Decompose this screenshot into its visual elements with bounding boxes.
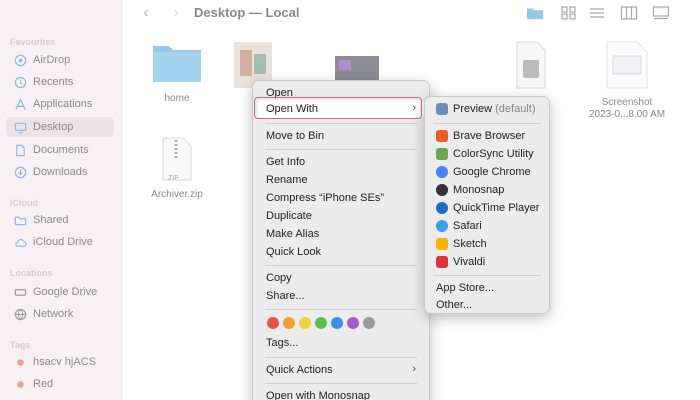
default-suffix: (default) <box>495 103 536 115</box>
quicktime-app-icon <box>436 202 448 214</box>
brave-app-icon <box>436 130 448 142</box>
context-menu: Open Open With › Move to Bin Get Info Re… <box>252 80 430 400</box>
submenu-item-label: Safari <box>453 220 482 232</box>
menu-item-label: Quick Actions <box>266 364 333 376</box>
menu-separator <box>265 149 417 150</box>
menu-separator <box>265 357 417 358</box>
safari-app-icon <box>436 220 448 232</box>
submenu-item-preview[interactable]: Preview (default) <box>430 100 546 118</box>
tag-color-yellow[interactable] <box>299 317 311 329</box>
submenu-item-app-store[interactable]: App Store... <box>430 279 546 297</box>
menu-item-tags[interactable]: Tags... <box>258 334 424 352</box>
vivaldi-app-icon <box>436 256 448 268</box>
submenu-item-chrome[interactable]: Google Chrome <box>430 163 546 181</box>
submenu-item-label: QuickTime Player <box>453 202 540 214</box>
menu-separator <box>265 383 417 384</box>
menu-item-share[interactable]: Share... <box>258 287 424 305</box>
submenu-item-sketch[interactable]: Sketch <box>430 235 546 253</box>
submenu-item-other[interactable]: Other... <box>430 296 546 314</box>
preview-app-icon <box>436 103 448 115</box>
menu-item-move-to-bin[interactable]: Move to Bin <box>258 127 424 145</box>
tag-color-green[interactable] <box>315 317 327 329</box>
menu-separator <box>265 265 417 266</box>
menu-item-rename[interactable]: Rename <box>258 171 424 189</box>
submenu-item-monosnap[interactable]: Monosnap <box>430 181 546 199</box>
colorsync-app-icon <box>436 148 448 160</box>
menu-item-quick-look[interactable]: Quick Look <box>258 243 424 261</box>
menu-separator <box>265 123 417 124</box>
submenu-item-label: Google Chrome <box>453 166 531 178</box>
chevron-right-icon: › <box>412 363 416 375</box>
submenu-item-colorsync[interactable]: ColorSync Utility <box>430 145 546 163</box>
menu-item-make-alias[interactable]: Make Alias <box>258 225 424 243</box>
submenu-item-vivaldi[interactable]: Vivaldi <box>430 253 546 271</box>
submenu-item-label: Monosnap <box>453 184 505 196</box>
chrome-app-icon <box>436 166 448 178</box>
menu-separator <box>433 123 541 124</box>
tag-color-red[interactable] <box>267 317 279 329</box>
submenu-item-brave[interactable]: Brave Browser <box>430 127 546 145</box>
submenu-item-label: Preview <box>453 103 493 115</box>
highlight-annotation <box>254 97 422 119</box>
tag-color-purple[interactable] <box>347 317 359 329</box>
submenu-item-label: Vivaldi <box>453 256 486 268</box>
menu-separator <box>433 275 541 276</box>
menu-item-copy[interactable]: Copy <box>258 269 424 287</box>
tag-colors-row <box>267 317 375 329</box>
submenu-item-label: ColorSync Utility <box>453 148 534 160</box>
menu-item-compress[interactable]: Compress “iPhone SEs” <box>258 189 424 207</box>
menu-separator <box>265 309 417 310</box>
submenu-item-label: Brave Browser <box>453 130 526 142</box>
tag-color-grey[interactable] <box>363 317 375 329</box>
submenu-item-safari[interactable]: Safari <box>430 217 546 235</box>
tag-color-orange[interactable] <box>283 317 295 329</box>
open-with-submenu: Preview (default) Brave Browser ColorSyn… <box>424 96 550 314</box>
monosnap-app-icon <box>436 184 448 196</box>
menu-item-duplicate[interactable]: Duplicate <box>258 207 424 225</box>
menu-item-open-with-monosnap[interactable]: Open with Monosnap <box>258 387 424 400</box>
menu-item-quick-actions[interactable]: Quick Actions › <box>258 361 424 379</box>
submenu-item-quicktime[interactable]: QuickTime Player <box>430 199 546 217</box>
submenu-item-label: Sketch <box>453 238 487 250</box>
sketch-app-icon <box>436 238 448 250</box>
tag-color-blue[interactable] <box>331 317 343 329</box>
menu-item-get-info[interactable]: Get Info <box>258 153 424 171</box>
